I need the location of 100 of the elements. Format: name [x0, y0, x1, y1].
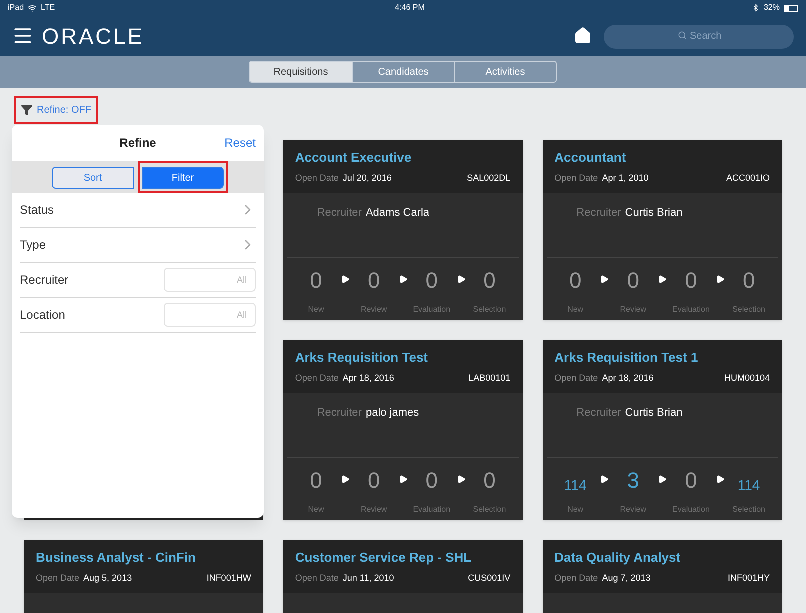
- home-icon[interactable]: [574, 27, 592, 45]
- bluetooth-icon: [752, 4, 760, 12]
- arrow-icon: [398, 275, 408, 284]
- card-title: Accountant: [554, 149, 628, 167]
- requisition-card[interactable]: Customer Service Rep - SHL Open Date Jun 11, 2010 CUS001IV: [283, 540, 523, 613]
- stage-label: Review: [360, 304, 388, 316]
- tab[interactable]: Requisitions: [250, 62, 352, 82]
- requisition-code: SAL002DL: [467, 172, 511, 184]
- card-title: Data Quality Analyst: [554, 549, 682, 567]
- stage-count: 0: [685, 470, 698, 492]
- requisition-code: HUM00104: [724, 372, 770, 384]
- arrow-icon: [716, 475, 726, 484]
- recruiter-label: Recruiter: [576, 206, 622, 221]
- requisition-card[interactable]: Data Quality Analyst Open Date Aug 7, 2013 INF001HY: [542, 540, 782, 613]
- requisition-card[interactable]: Arks Requisition Test Open Date Apr 18, 2016 LAB00101 Recruiter palo james 0 New 0 Review 0 Evaluation 0 Selection: [283, 340, 523, 520]
- stage-label: New: [308, 304, 324, 316]
- recruiter-name: Curtis Brian: [625, 206, 683, 221]
- filter-row[interactable]: Location All: [20, 298, 256, 333]
- requisition-code: ACC001IO: [726, 172, 770, 184]
- filter-icon: [21, 104, 33, 116]
- stage-label: Selection: [473, 304, 506, 316]
- open-date: Apr 18, 2016: [342, 372, 394, 385]
- arrow-icon: [398, 475, 408, 484]
- input-field[interactable]: All: [164, 303, 256, 327]
- stage-label: New: [568, 504, 584, 516]
- stage-count: 0: [484, 270, 496, 292]
- card-title: Arks Requisition Test: [295, 349, 430, 367]
- oracle-logo: ORACLE: [42, 22, 144, 50]
- battery-percent: 32%: [764, 2, 780, 14]
- open-date-label: Open Date: [295, 372, 339, 385]
- filter-row[interactable]: Status: [20, 193, 256, 228]
- open-date-label: Open Date: [295, 172, 339, 185]
- open-date: Aug 5, 2013: [84, 572, 132, 585]
- row-label: Status: [20, 202, 54, 219]
- open-date-label: Open Date: [554, 172, 598, 185]
- clock: 4:46 PM: [395, 2, 425, 14]
- arrow-icon: [456, 475, 466, 484]
- open-date-label: Open Date: [295, 572, 339, 585]
- open-date: Jul 20, 2016: [342, 172, 392, 184]
- card-title: Customer Service Rep - SHL: [295, 549, 473, 567]
- stage-count: 114: [564, 478, 587, 492]
- panel-title: Refine: [120, 135, 156, 152]
- stage-label: New: [568, 304, 584, 316]
- stage-label: Review: [620, 304, 647, 316]
- card-title: Arks Requisition Test 1: [554, 349, 700, 367]
- recruiter-name: Curtis Brian: [625, 406, 683, 421]
- arrow-icon: [600, 275, 610, 284]
- wifi-icon: [28, 4, 38, 12]
- stage-label: Evaluation: [413, 504, 451, 516]
- network-type: LTE: [41, 2, 56, 14]
- stage-label: Selection: [473, 504, 506, 516]
- recruiter-label: Recruiter: [576, 406, 622, 421]
- recruiter-name: palo james: [366, 406, 420, 421]
- reset-link[interactable]: Reset: [224, 134, 256, 152]
- open-date: Jun 11, 2010: [342, 572, 394, 584]
- arrow-icon: [658, 475, 668, 484]
- stage-count: 0: [368, 270, 380, 292]
- requisition-code: CUS001IV: [468, 572, 511, 584]
- stage-count: 0: [310, 270, 322, 292]
- row-label: Type: [20, 237, 46, 254]
- open-date: Apr 18, 2016: [602, 372, 654, 385]
- recruiter-name: Adams Carla: [366, 206, 430, 221]
- stage-count: 0: [742, 270, 756, 292]
- stage-label: Review: [360, 504, 388, 516]
- open-date-label: Open Date: [36, 572, 80, 585]
- stage-label: Selection: [732, 504, 766, 516]
- stage-label: Evaluation: [672, 504, 710, 516]
- stage-label: Evaluation: [413, 304, 451, 316]
- card-title: Business Analyst - CinFin: [36, 549, 197, 567]
- filter-row[interactable]: Recruiter All: [20, 263, 256, 298]
- open-date: Aug 7, 2013: [602, 572, 651, 585]
- requisition-code: INF001HY: [728, 572, 770, 584]
- stage-count: 0: [368, 470, 380, 492]
- card-title: Account Executive: [295, 149, 413, 167]
- stage-count: 0: [426, 470, 438, 492]
- filter-row[interactable]: Type: [20, 228, 256, 263]
- stage-label: New: [308, 504, 324, 516]
- device-name: iPad: [8, 2, 24, 14]
- requisition-card[interactable]: Business Analyst - CinFin Open Date Aug 5, 2013 INF001HW: [24, 540, 264, 613]
- recruiter-label: Recruiter: [317, 406, 362, 421]
- arrow-icon: [341, 475, 350, 484]
- requisition-card[interactable]: Account Executive Open Date Jul 20, 2016 SAL002DL Recruiter Adams Carla 0 New 0 Review 0 Evaluation 0 Selection: [283, 140, 523, 320]
- requisition-card[interactable]: Arks Requisition Test 1 Open Date Apr 18, 2016 HUM00104 Recruiter Curtis Brian 114 New 3 Review 0 Evaluation 114 Selection: [542, 340, 782, 520]
- search-icon: [678, 31, 687, 40]
- stage-count: 0: [685, 270, 698, 292]
- arrow-icon: [456, 275, 466, 284]
- input-field[interactable]: All: [164, 268, 256, 292]
- segment-button[interactable]: Filter: [142, 167, 224, 190]
- arrow-icon: [658, 275, 668, 284]
- row-label: Recruiter: [20, 272, 69, 289]
- stage-count: 0: [426, 270, 438, 292]
- requisition-card[interactable]: Accountant Open Date Apr 1, 2010 ACC001IO Recruiter Curtis Brian 0 New 0 Review 0 Evaluation 0 Selection: [542, 140, 782, 320]
- stage-count: 0: [569, 270, 582, 292]
- open-date: Apr 1, 2010: [602, 172, 649, 185]
- battery-icon: [784, 4, 798, 12]
- search-field[interactable]: Search: [604, 24, 794, 49]
- stage-count: 0: [310, 470, 322, 492]
- requisition-code: INF001HW: [206, 572, 252, 584]
- stage-label: Review: [620, 504, 647, 516]
- stage-count: 114: [738, 478, 760, 492]
